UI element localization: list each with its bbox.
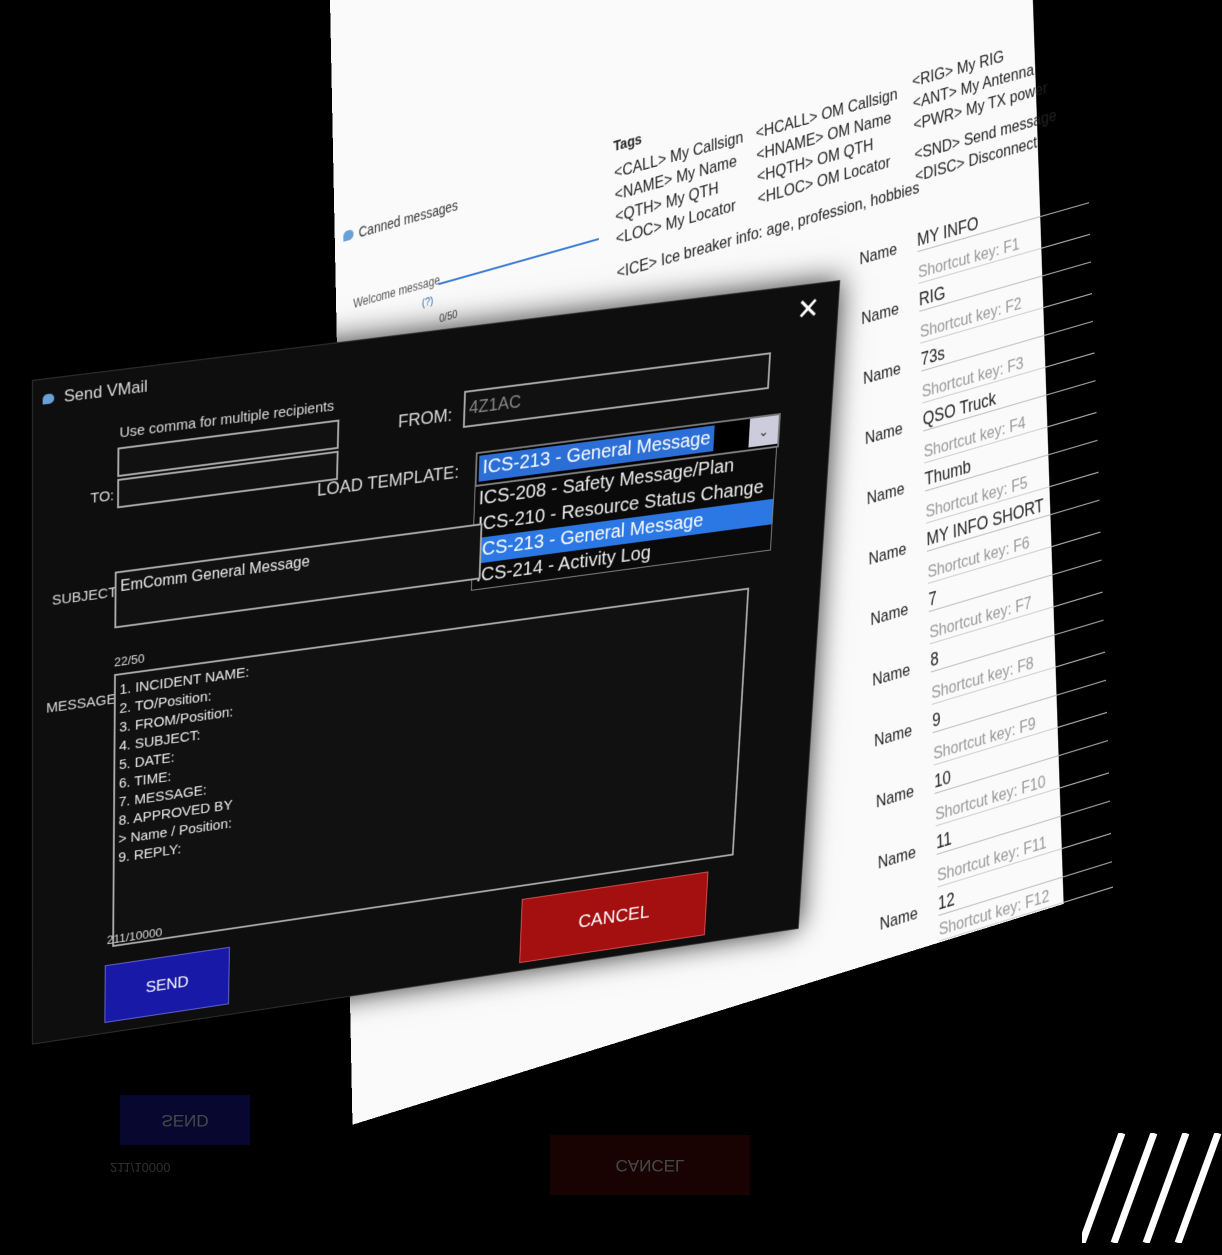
send-vmail-window: Send VMail ✕ Use comma for multiple reci… bbox=[32, 280, 841, 1045]
subject-counter: 22/50 bbox=[114, 651, 145, 670]
send-reflection: SEND bbox=[120, 1095, 250, 1145]
subject-input[interactable]: EmComm General Message bbox=[114, 523, 483, 629]
message-label: MESSAGE: bbox=[46, 690, 120, 717]
subject-value: EmComm General Message bbox=[120, 553, 310, 596]
slash-mark bbox=[1082, 1133, 1126, 1243]
chevron-down-icon[interactable]: ⌄ bbox=[748, 415, 779, 448]
reflection: SEND CANCEL 211/10000 bbox=[90, 1085, 890, 1255]
chat-icon bbox=[343, 228, 354, 242]
slash-mark bbox=[1110, 1133, 1158, 1243]
counter-reflection: 211/10000 bbox=[110, 1160, 171, 1175]
decorative-slashes bbox=[1082, 1133, 1222, 1243]
from-label: FROM: bbox=[397, 405, 453, 432]
to-label: TO: bbox=[90, 487, 115, 507]
help-link[interactable]: (?) bbox=[422, 295, 434, 310]
from-value: 4Z1AC bbox=[468, 391, 522, 418]
tags-title: Tags bbox=[613, 130, 643, 156]
window-title: Canned messages bbox=[358, 196, 459, 241]
row-name-label: Name bbox=[873, 720, 913, 751]
canned-title: Canned messages bbox=[343, 197, 458, 245]
cancel-reflection: CANCEL bbox=[550, 1135, 750, 1195]
send-button[interactable]: SEND bbox=[104, 946, 230, 1023]
row-name-label: Name bbox=[859, 239, 898, 269]
subject-label: SUBJECT: bbox=[51, 583, 120, 609]
welcome-input[interactable] bbox=[438, 237, 599, 286]
window-title: Send VMail bbox=[63, 376, 148, 406]
slash-mark bbox=[1174, 1133, 1222, 1243]
message-body: 1. INCIDENT NAME: 2. TO/Position: 3. FRO… bbox=[118, 663, 249, 867]
chat-icon bbox=[42, 393, 55, 405]
row-name-label: Name bbox=[877, 841, 917, 873]
row-name-label: Name bbox=[870, 599, 909, 630]
row-name-label: Name bbox=[862, 358, 901, 389]
from-input[interactable]: 4Z1AC bbox=[462, 352, 772, 429]
welcome-counter: 0/50 bbox=[439, 308, 458, 326]
row-name-label: Name bbox=[864, 418, 903, 449]
load-template-label: LOAD TEMPLATE: bbox=[316, 462, 460, 500]
slash-mark bbox=[1142, 1133, 1190, 1243]
row-name-label: Name bbox=[875, 780, 915, 812]
row-name-label: Name bbox=[861, 298, 900, 329]
row-name-label: Name bbox=[868, 538, 907, 569]
row-name-label: Name bbox=[872, 659, 911, 691]
row-name-label: Name bbox=[879, 902, 918, 935]
close-icon[interactable]: ✕ bbox=[796, 291, 821, 328]
row-name-label: Name bbox=[866, 478, 905, 509]
